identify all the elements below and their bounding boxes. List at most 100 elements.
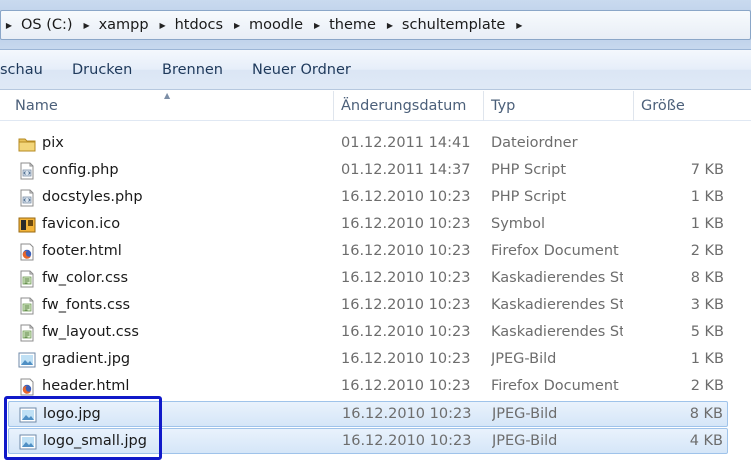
file-date: 01.12.2011 14:41: [341, 135, 471, 151]
file-name: logo.jpg: [43, 406, 101, 422]
folder-icon: [18, 135, 36, 153]
file-name: config.php: [42, 162, 119, 178]
column-header: ▲ Name Änderungsdatum Typ Größe: [0, 91, 751, 121]
breadcrumb-item[interactable]: xampp: [95, 17, 155, 33]
file-size: 1 KB: [690, 351, 724, 367]
chevron-right-icon[interactable]: ▶: [229, 21, 245, 30]
file-type: Dateiordner: [491, 135, 578, 151]
image-file-icon: [19, 406, 37, 424]
file-type: Kaskadierendes St...: [491, 324, 623, 340]
burn-button[interactable]: Brennen: [162, 62, 223, 78]
css-file-icon: [18, 270, 36, 288]
file-size: 5 KB: [690, 324, 724, 340]
file-row[interactable]: logo_small.jpg 16.12.2010 10:23 JPEG-Bild 4…: [8, 428, 728, 454]
chevron-right-icon[interactable]: ▶: [511, 21, 527, 30]
print-button[interactable]: Drucken: [72, 62, 132, 78]
file-size: 2 KB: [690, 378, 724, 394]
css-file-icon: [18, 297, 36, 315]
file-size: 4 KB: [689, 433, 723, 449]
file-type: Symbol: [491, 216, 546, 232]
file-size: 1 KB: [690, 216, 724, 232]
file-type: Kaskadierendes St...: [491, 297, 623, 313]
file-row[interactable]: favicon.ico 16.12.2010 10:23 Symbol 1 KB: [8, 212, 728, 238]
file-size: 2 KB: [690, 243, 724, 259]
file-date: 16.12.2010 10:23: [341, 216, 471, 232]
breadcrumb-item[interactable]: moodle: [245, 17, 309, 33]
file-name: footer.html: [42, 243, 122, 259]
file-row[interactable]: config.php 01.12.2011 14:37 PHP Script 7 KB: [8, 158, 728, 184]
file-type: Firefox Document: [491, 243, 619, 259]
file-size: 8 KB: [689, 406, 723, 422]
chevron-right-icon[interactable]: ▶: [1, 21, 17, 30]
favicon-file-icon: [18, 216, 36, 234]
breadcrumb-item[interactable]: schultemplate: [398, 17, 511, 33]
file-row[interactable]: header.html 16.12.2010 10:23 Firefox Docum…: [8, 374, 728, 400]
file-name: fw_layout.css: [42, 324, 139, 340]
file-date: 16.12.2010 10:23: [341, 270, 471, 286]
file-type: Firefox Document: [491, 378, 619, 394]
file-name: gradient.jpg: [42, 351, 131, 367]
column-date[interactable]: Änderungsdatum: [341, 98, 466, 114]
file-date: 16.12.2010 10:23: [341, 351, 471, 367]
file-row[interactable]: logo.jpg 16.12.2010 10:23 JPEG-Bild 8 KB: [8, 401, 728, 427]
file-row[interactable]: fw_color.css 16.12.2010 10:23 Kaskadierend…: [8, 266, 728, 292]
file-row[interactable]: fw_fonts.css 16.12.2010 10:23 Kaskadierend…: [8, 293, 728, 319]
file-name: header.html: [42, 378, 130, 394]
column-name[interactable]: Name: [15, 98, 58, 114]
file-type: JPEG-Bild: [492, 433, 558, 449]
breadcrumb-item[interactable]: htdocs: [171, 17, 229, 33]
css-file-icon: [18, 324, 36, 342]
file-date: 16.12.2010 10:23: [342, 433, 472, 449]
file-row[interactable]: footer.html 16.12.2010 10:23 Firefox Docum…: [8, 239, 728, 265]
file-type: JPEG-Bild: [492, 406, 558, 422]
column-divider[interactable]: [483, 91, 484, 121]
column-divider[interactable]: [633, 91, 634, 121]
file-date: 16.12.2010 10:23: [341, 378, 471, 394]
breadcrumb[interactable]: ▶ OS (C:) ▶ xampp ▶ htdocs ▶ moodle ▶ theme ▶ schul…: [0, 10, 751, 40]
column-divider[interactable]: [333, 91, 334, 121]
file-name: fw_color.css: [42, 270, 129, 286]
file-size: 1 KB: [690, 189, 724, 205]
file-date: 16.12.2010 10:23: [341, 189, 471, 205]
file-size: 8 KB: [690, 270, 724, 286]
file-date: 16.12.2010 10:23: [341, 297, 471, 313]
file-type: PHP Script: [491, 162, 567, 178]
file-row[interactable]: pix 01.12.2011 14:41 Dateiordner: [8, 131, 728, 157]
file-type: JPEG-Bild: [491, 351, 557, 367]
file-type: PHP Script: [491, 189, 567, 205]
script-file-icon: [18, 162, 36, 180]
file-size: 7 KB: [690, 162, 724, 178]
file-date: 01.12.2011 14:37: [341, 162, 471, 178]
firefox-document-icon: [18, 378, 36, 396]
sort-ascending-icon: ▲: [164, 91, 171, 100]
preview-button[interactable]: schau: [0, 62, 43, 78]
chevron-right-icon[interactable]: ▶: [155, 21, 171, 30]
column-type[interactable]: Typ: [491, 98, 515, 114]
script-file-icon: [18, 189, 36, 207]
breadcrumb-item[interactable]: OS (C:): [17, 17, 79, 33]
address-bar: ▶ OS (C:) ▶ xampp ▶ htdocs ▶ moodle ▶ theme ▶ schul…: [0, 0, 751, 50]
file-row[interactable]: gradient.jpg 16.12.2010 10:23 JPEG-Bild 1 K…: [8, 347, 728, 373]
breadcrumb-item[interactable]: theme: [325, 17, 382, 33]
column-size[interactable]: Größe: [641, 98, 685, 114]
chevron-right-icon[interactable]: ▶: [79, 21, 95, 30]
file-name: docstyles.php: [42, 189, 143, 205]
file-row[interactable]: docstyles.php 16.12.2010 10:23 PHP Script 1…: [8, 185, 728, 211]
image-file-icon: [19, 433, 37, 451]
file-row[interactable]: fw_layout.css 16.12.2010 10:23 Kaskadieren…: [8, 320, 728, 346]
chevron-right-icon[interactable]: ▶: [309, 21, 325, 30]
file-name: pix: [42, 135, 64, 151]
file-size: 3 KB: [690, 297, 724, 313]
file-date: 16.12.2010 10:23: [341, 243, 471, 259]
file-type: Kaskadierendes St...: [491, 270, 623, 286]
image-file-icon: [18, 351, 36, 369]
file-name: fw_fonts.css: [42, 297, 131, 313]
file-name: logo_small.jpg: [43, 433, 147, 449]
file-name: favicon.ico: [42, 216, 121, 232]
new-folder-button[interactable]: Neuer Ordner: [252, 62, 351, 78]
firefox-document-icon: [18, 243, 36, 261]
file-date: 16.12.2010 10:23: [342, 406, 472, 422]
file-date: 16.12.2010 10:23: [341, 324, 471, 340]
chevron-right-icon[interactable]: ▶: [382, 21, 398, 30]
command-toolbar: schau Drucken Brennen Neuer Ordner: [0, 50, 751, 90]
